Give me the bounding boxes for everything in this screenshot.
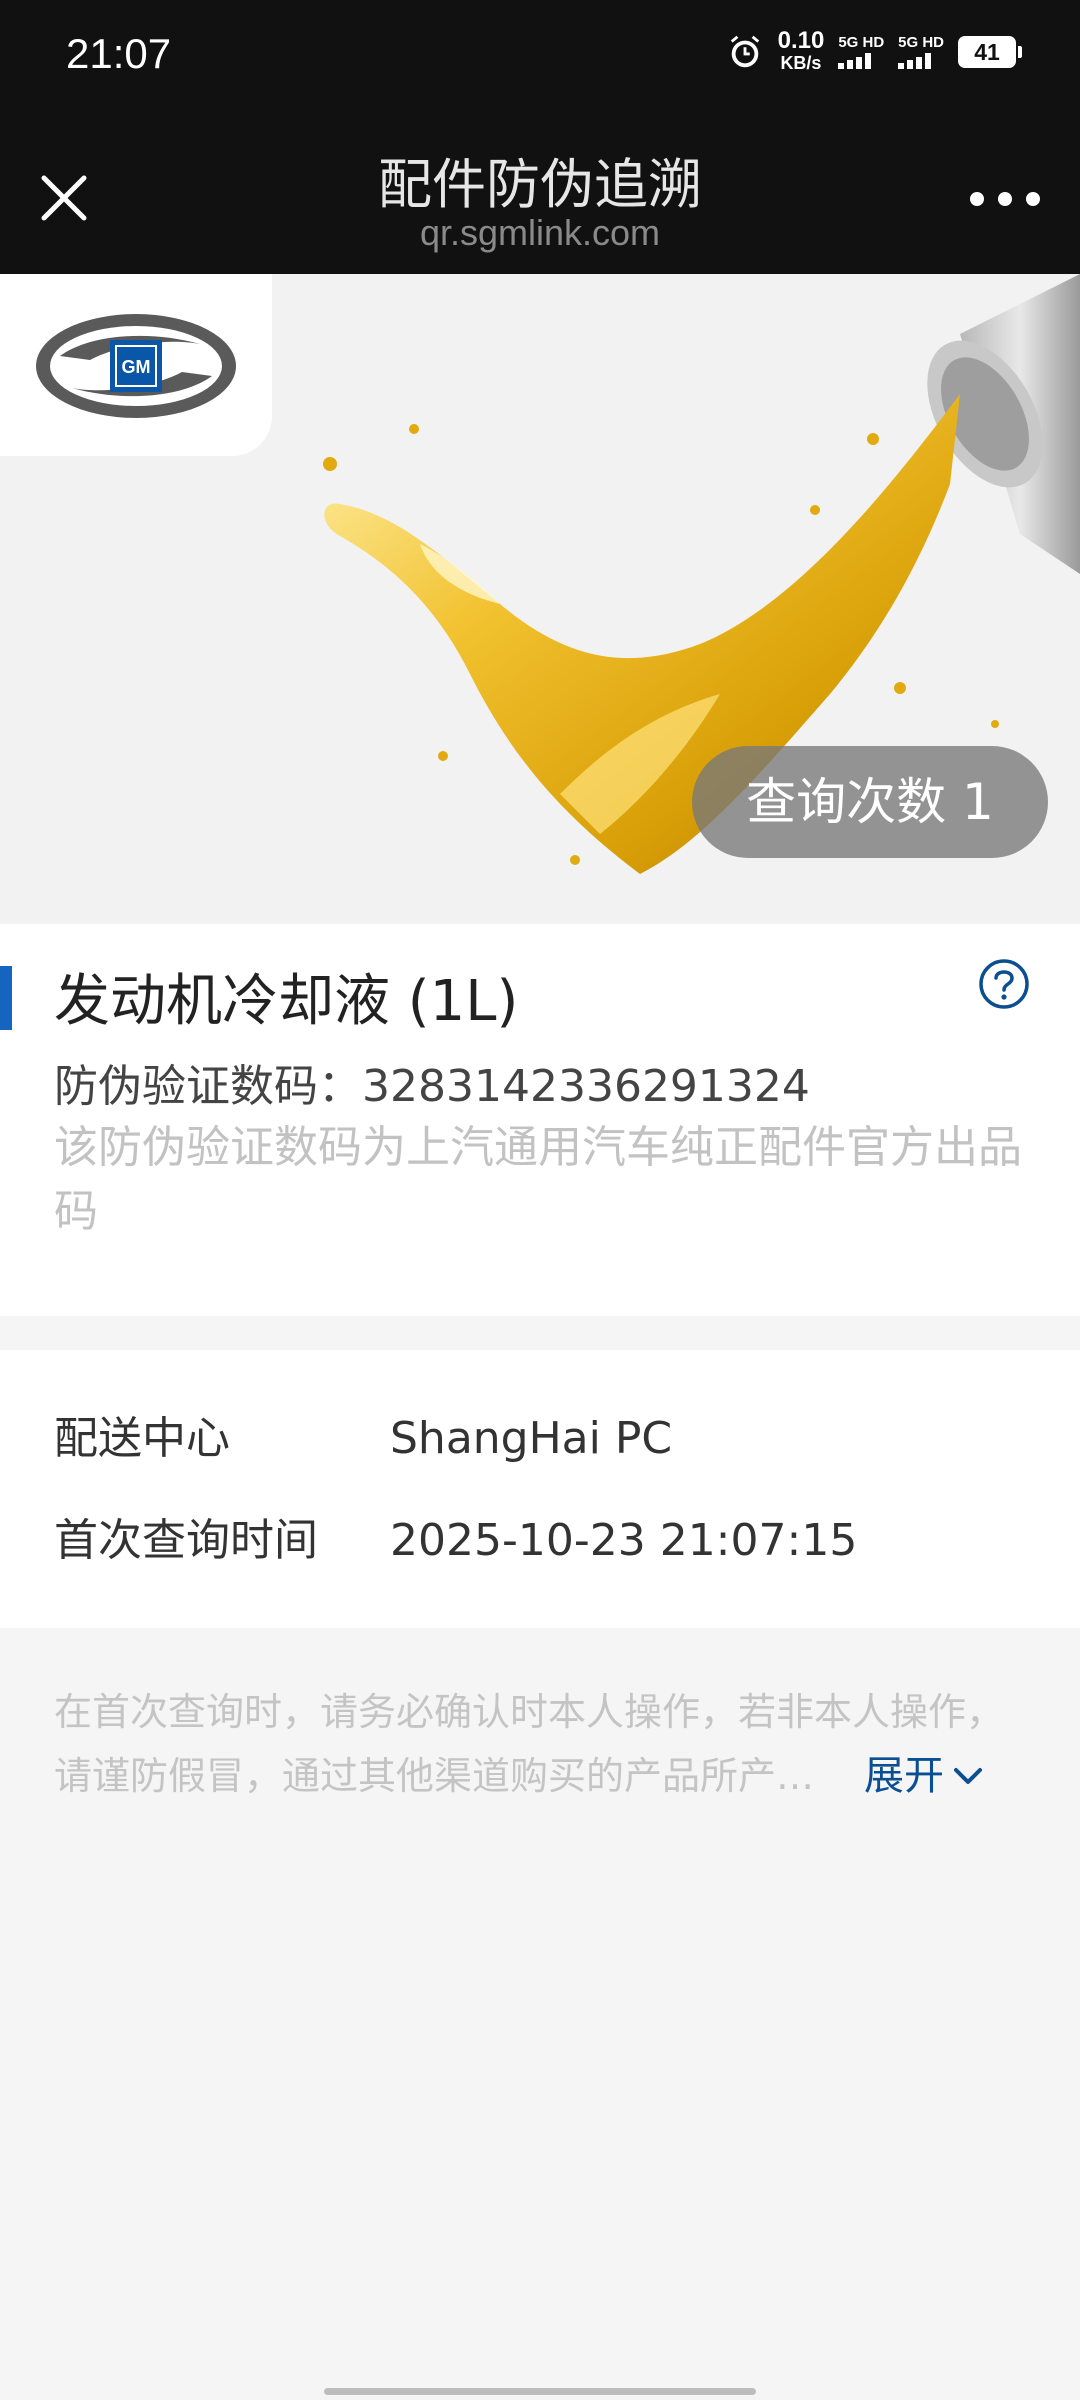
brand-logo-box: GM xyxy=(0,274,272,456)
chevron-down-icon xyxy=(954,1768,983,1784)
code-description: 该防伪验证数码为上汽通用汽车纯正配件官方出品码 xyxy=(54,1122,1022,1237)
net-speed-unit: KB/s xyxy=(780,53,822,73)
hero-banner: GM 查询次数 1 xyxy=(0,274,1080,924)
info-label: 首次查询时间 xyxy=(54,1515,318,1566)
gm-logo-text: GM xyxy=(122,357,151,377)
sim2-signal: 5G HD xyxy=(898,35,944,69)
more-icon[interactable] xyxy=(970,186,1040,212)
code-value: 3283142336291324 xyxy=(362,1061,810,1112)
status-bar: 21:07 0.10 KB/s 5G HD 5G HD 41 xyxy=(0,0,1080,112)
query-count-badge: 查询次数 1 xyxy=(692,746,1048,858)
gm-logo: GM xyxy=(36,314,236,418)
notice-text: 在首次查询时，请务必确认时本人操作，若非本人操作， 请谨防假冒，通过其他渠道购买… xyxy=(54,1680,1034,1808)
notice-line-2: 请谨防假冒，通过其他渠道购买的产品所产… xyxy=(54,1754,815,1798)
status-time: 21:07 xyxy=(66,30,172,77)
signal-bars-icon xyxy=(838,53,872,69)
info-row-distribution-center: 配送中心 ShangHai PC xyxy=(54,1402,672,1466)
product-title: 发动机冷却液 (1L) xyxy=(54,969,519,1034)
sim2-label: 5G HD xyxy=(898,34,944,51)
alarm-icon xyxy=(730,35,759,68)
sim1-label: 5G HD xyxy=(838,34,885,51)
info-value: 2025-10-23 21:07:15 xyxy=(390,1515,858,1566)
info-row-first-query-time: 首次查询时间 2025-10-23 21:07:15 xyxy=(54,1504,857,1568)
status-icons: 0.10 KB/s 5G HD 5G HD 41 xyxy=(726,27,1022,74)
notice-line-1: 在首次查询时，请务必确认时本人操作，若非本人操作， xyxy=(54,1690,1005,1734)
sim1-signal: 5G HD xyxy=(838,35,884,69)
info-label: 配送中心 xyxy=(54,1413,230,1464)
product-card: 发动机冷却液 (1L) 防伪验证数码：3283142336291324 该防伪验… xyxy=(0,924,1080,1316)
accent-bar xyxy=(0,966,12,1030)
info-card: 配送中心 ShangHai PC 首次查询时间 2025-10-23 21:07:1… xyxy=(0,1350,1080,1628)
nav-bar: 配件防伪追溯 qr.sgmlink.com xyxy=(0,112,1080,274)
code-label: 防伪验证数码： xyxy=(54,1061,362,1112)
expand-label: 展开 xyxy=(864,1753,945,1799)
help-icon[interactable] xyxy=(978,958,1030,1010)
net-speed-value: 0.10 xyxy=(777,27,825,54)
signal-bars-icon xyxy=(898,53,932,69)
battery-icon: 41 xyxy=(958,36,1022,68)
net-speed: 0.10 KB/s xyxy=(777,27,825,74)
page-title: 配件防伪追溯 xyxy=(378,153,702,216)
anti-counterfeit-code: 防伪验证数码：3283142336291324 xyxy=(54,1050,810,1114)
page-domain: qr.sgmlink.com xyxy=(419,212,661,253)
info-value: ShangHai PC xyxy=(390,1413,673,1464)
battery-level: 41 xyxy=(974,39,1000,65)
home-indicator[interactable] xyxy=(324,2388,756,2395)
expand-button[interactable]: 展开 xyxy=(864,1744,984,1808)
